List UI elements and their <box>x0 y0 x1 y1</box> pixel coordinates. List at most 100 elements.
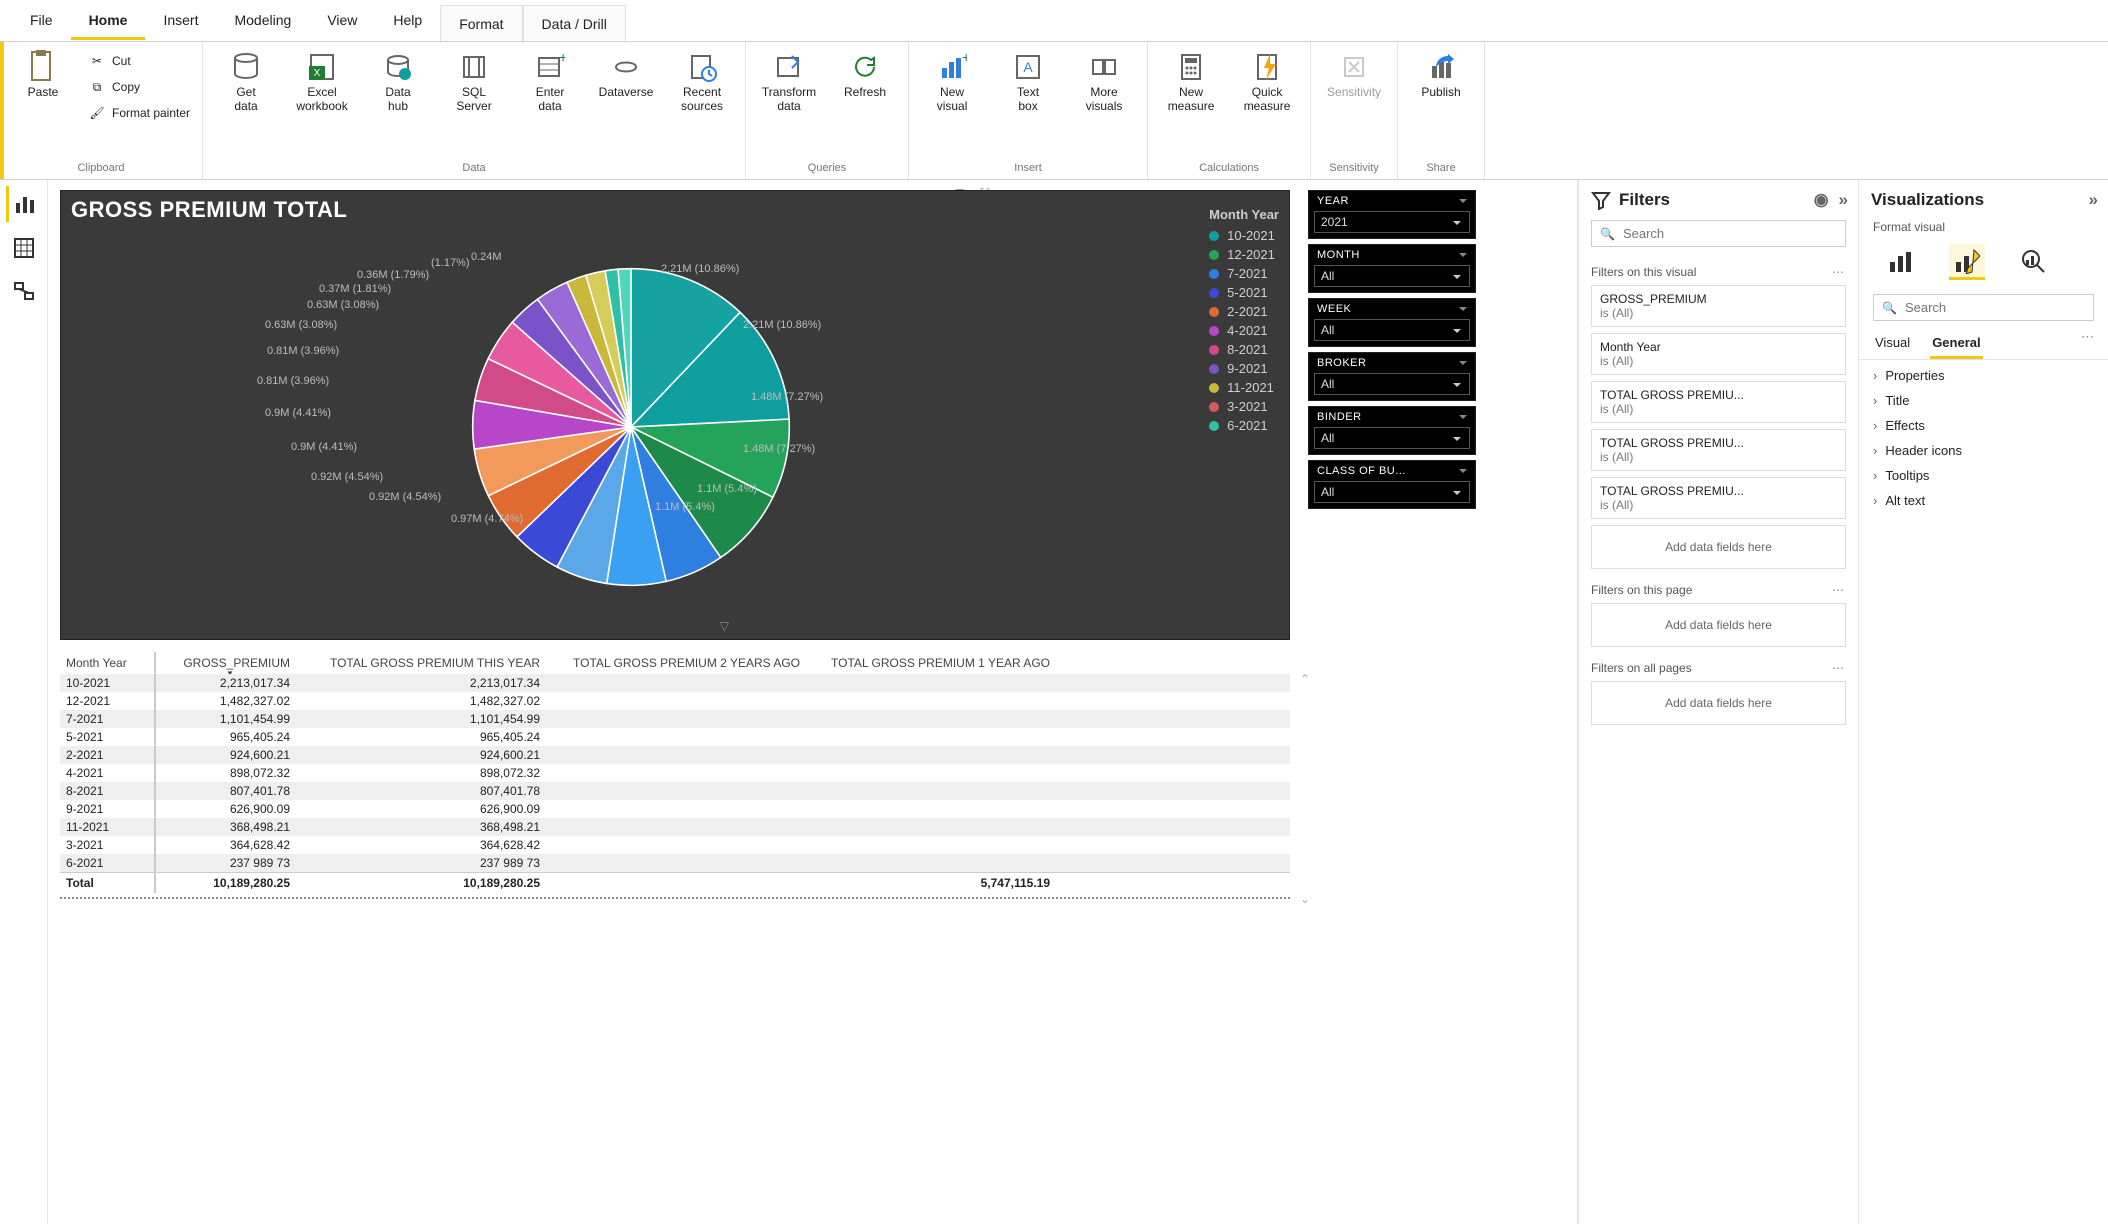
tab-general[interactable]: General <box>1930 329 1982 359</box>
tab-view[interactable]: View <box>309 2 375 40</box>
table-row[interactable]: 2-2021924,600.21924,600.21 <box>60 746 1290 764</box>
tab-visual[interactable]: Visual <box>1873 329 1912 359</box>
filter-card[interactable]: TOTAL GROSS PREMIU...is (All) <box>1591 429 1846 471</box>
get-data-button[interactable]: Get data <box>211 46 281 118</box>
legend-item[interactable]: 11-2021 <box>1209 380 1279 395</box>
scroll-up-icon[interactable]: ⌃ <box>1300 672 1310 686</box>
collapse-icon[interactable]: » <box>1839 190 1848 210</box>
slicer-month[interactable]: MONTHAll <box>1308 244 1476 293</box>
tab-home[interactable]: Home <box>71 2 146 40</box>
format-row-alt-text[interactable]: ›Alt text <box>1873 493 2094 508</box>
scroll-down-icon[interactable]: ⌄ <box>1300 892 1310 906</box>
legend-item[interactable]: 4-2021 <box>1209 323 1279 338</box>
slicer-year[interactable]: YEAR2021 <box>1308 190 1476 239</box>
table-row[interactable]: 6-2021237 989 73237 989 73 <box>60 854 1290 872</box>
filter-card[interactable]: TOTAL GROSS PREMIU...is (All) <box>1591 381 1846 423</box>
more-icon[interactable]: ⋯ <box>1832 265 1846 279</box>
tab-insert[interactable]: Insert <box>145 2 216 40</box>
legend-item[interactable]: 9-2021 <box>1209 361 1279 376</box>
refresh-button[interactable]: Refresh <box>830 46 900 104</box>
report-view-button[interactable] <box>6 186 42 222</box>
sql-server-button[interactable]: SQL Server <box>439 46 509 118</box>
filter-card[interactable]: Month Yearis (All) <box>1591 333 1846 375</box>
legend-item[interactable]: 10-2021 <box>1209 228 1279 243</box>
table-row[interactable]: 3-2021364,628.42364,628.42 <box>60 836 1290 854</box>
recent-sources-button[interactable]: Recent sources <box>667 46 737 118</box>
filter-drop-page[interactable]: Add data fields here <box>1591 603 1846 647</box>
filters-search[interactable]: 🔍 <box>1591 220 1846 247</box>
slicer-week[interactable]: WEEKAll <box>1308 298 1476 347</box>
format-visual-button[interactable] <box>1949 244 1985 280</box>
format-row-tooltips[interactable]: ›TooltipsOn <box>1873 468 2094 483</box>
tab-format[interactable]: Format <box>440 5 522 41</box>
more-visuals-button[interactable]: More visuals <box>1069 46 1139 118</box>
table-row[interactable]: 7-20211,101,454.991,101,454.99 <box>60 710 1290 728</box>
report-canvas: ▽ ⛶ ⋯ GROSS PREMIUM TOTAL 2.21M (10.86%)… <box>48 180 1578 1224</box>
table-row[interactable]: 12-20211,482,327.021,482,327.02 <box>60 692 1290 710</box>
table-row[interactable]: 10-20212,213,017.342,213,017.34 <box>60 674 1290 692</box>
more-icon[interactable]: ⋯ <box>1832 661 1846 675</box>
transform-data-button[interactable]: Transform data <box>754 46 824 118</box>
filter-drop-visual[interactable]: Add data fields here <box>1591 525 1846 569</box>
table-row[interactable]: 9-2021626,900.09626,900.09 <box>60 800 1290 818</box>
tab-file[interactable]: File <box>12 2 71 40</box>
filter-card[interactable]: GROSS_PREMIUMis (All) <box>1591 285 1846 327</box>
analytics-button[interactable] <box>2015 244 2051 280</box>
data-view-button[interactable] <box>6 230 42 266</box>
eye-icon[interactable]: ◉ <box>1814 190 1829 210</box>
format-row-title[interactable]: ›TitleOn <box>1873 393 2094 408</box>
sensitivity-icon <box>1337 50 1371 84</box>
quick-measure-button[interactable]: Quick measure <box>1232 46 1302 118</box>
tab-modeling[interactable]: Modeling <box>216 2 309 40</box>
filter-drop-all[interactable]: Add data fields here <box>1591 681 1846 725</box>
table-row[interactable]: 5-2021965,405.24965,405.24 <box>60 728 1290 746</box>
format-painter-button[interactable]: 🖌Format painter <box>84 102 194 124</box>
data-hub-button[interactable]: Data hub <box>363 46 433 118</box>
table-visual[interactable]: Month Year GROSS_PREMIUM▼ TOTAL GROSS PR… <box>60 652 1290 899</box>
slicer-broker[interactable]: BROKERAll <box>1308 352 1476 401</box>
funnel-icon <box>1591 190 1611 210</box>
cut-button[interactable]: ✂Cut <box>84 50 194 72</box>
model-view-button[interactable] <box>6 274 42 310</box>
table-row[interactable]: 11-2021368,498.21368,498.21 <box>60 818 1290 836</box>
svg-text:+: + <box>559 52 565 65</box>
publish-button[interactable]: Publish <box>1406 46 1476 104</box>
viz-search-input[interactable] <box>1905 300 2085 315</box>
table-row[interactable]: 4-2021898,072.32898,072.32 <box>60 764 1290 782</box>
dataverse-button[interactable]: Dataverse <box>591 46 661 104</box>
build-visual-button[interactable] <box>1883 244 1919 280</box>
more-icon[interactable]: ⋯ <box>1832 583 1846 597</box>
text-box-button[interactable]: AText box <box>993 46 1063 118</box>
pie-chart-visual[interactable]: GROSS PREMIUM TOTAL 2.21M (10.86%)2.21M … <box>60 190 1290 640</box>
format-row-properties[interactable]: ›Properties <box>1873 368 2094 383</box>
new-visual-button[interactable]: +New visual <box>917 46 987 118</box>
legend-item[interactable]: 7-2021 <box>1209 266 1279 281</box>
legend-item[interactable]: 2-2021 <box>1209 304 1279 319</box>
excel-workbook-button[interactable]: XExcel workbook <box>287 46 357 118</box>
filters-search-input[interactable] <box>1623 226 1837 241</box>
enter-data-button[interactable]: +Enter data <box>515 46 585 118</box>
hub-icon <box>381 50 415 84</box>
format-row-header-icons[interactable]: ›Header iconsOn <box>1873 443 2094 458</box>
table-row[interactable]: 8-2021807,401.78807,401.78 <box>60 782 1290 800</box>
slicer-class-of-bu-[interactable]: CLASS OF BU...All <box>1308 460 1476 509</box>
paste-button[interactable]: Paste <box>8 46 78 104</box>
format-row-effects[interactable]: ›Effects <box>1873 418 2094 433</box>
ribbon-group-queries: Transform data Refresh Queries <box>746 42 909 179</box>
legend-item[interactable]: 12-2021 <box>1209 247 1279 262</box>
legend-item[interactable]: 8-2021 <box>1209 342 1279 357</box>
refresh-icon <box>848 50 882 84</box>
legend-item[interactable]: 3-2021 <box>1209 399 1279 414</box>
new-measure-button[interactable]: New measure <box>1156 46 1226 118</box>
viz-search[interactable]: 🔍 <box>1873 294 2094 321</box>
tab-data-drill[interactable]: Data / Drill <box>523 5 626 41</box>
legend-item[interactable]: 5-2021 <box>1209 285 1279 300</box>
collapse-icon[interactable]: » <box>2089 190 2098 210</box>
tab-help[interactable]: Help <box>375 2 440 40</box>
chevron-down-icon[interactable]: ▽ <box>720 619 729 633</box>
legend-item[interactable]: 6-2021 <box>1209 418 1279 433</box>
more-icon[interactable]: ⋯ <box>2081 329 2094 359</box>
filter-card[interactable]: TOTAL GROSS PREMIU...is (All) <box>1591 477 1846 519</box>
copy-button[interactable]: ⧉Copy <box>84 76 194 98</box>
slicer-binder[interactable]: BINDERAll <box>1308 406 1476 455</box>
